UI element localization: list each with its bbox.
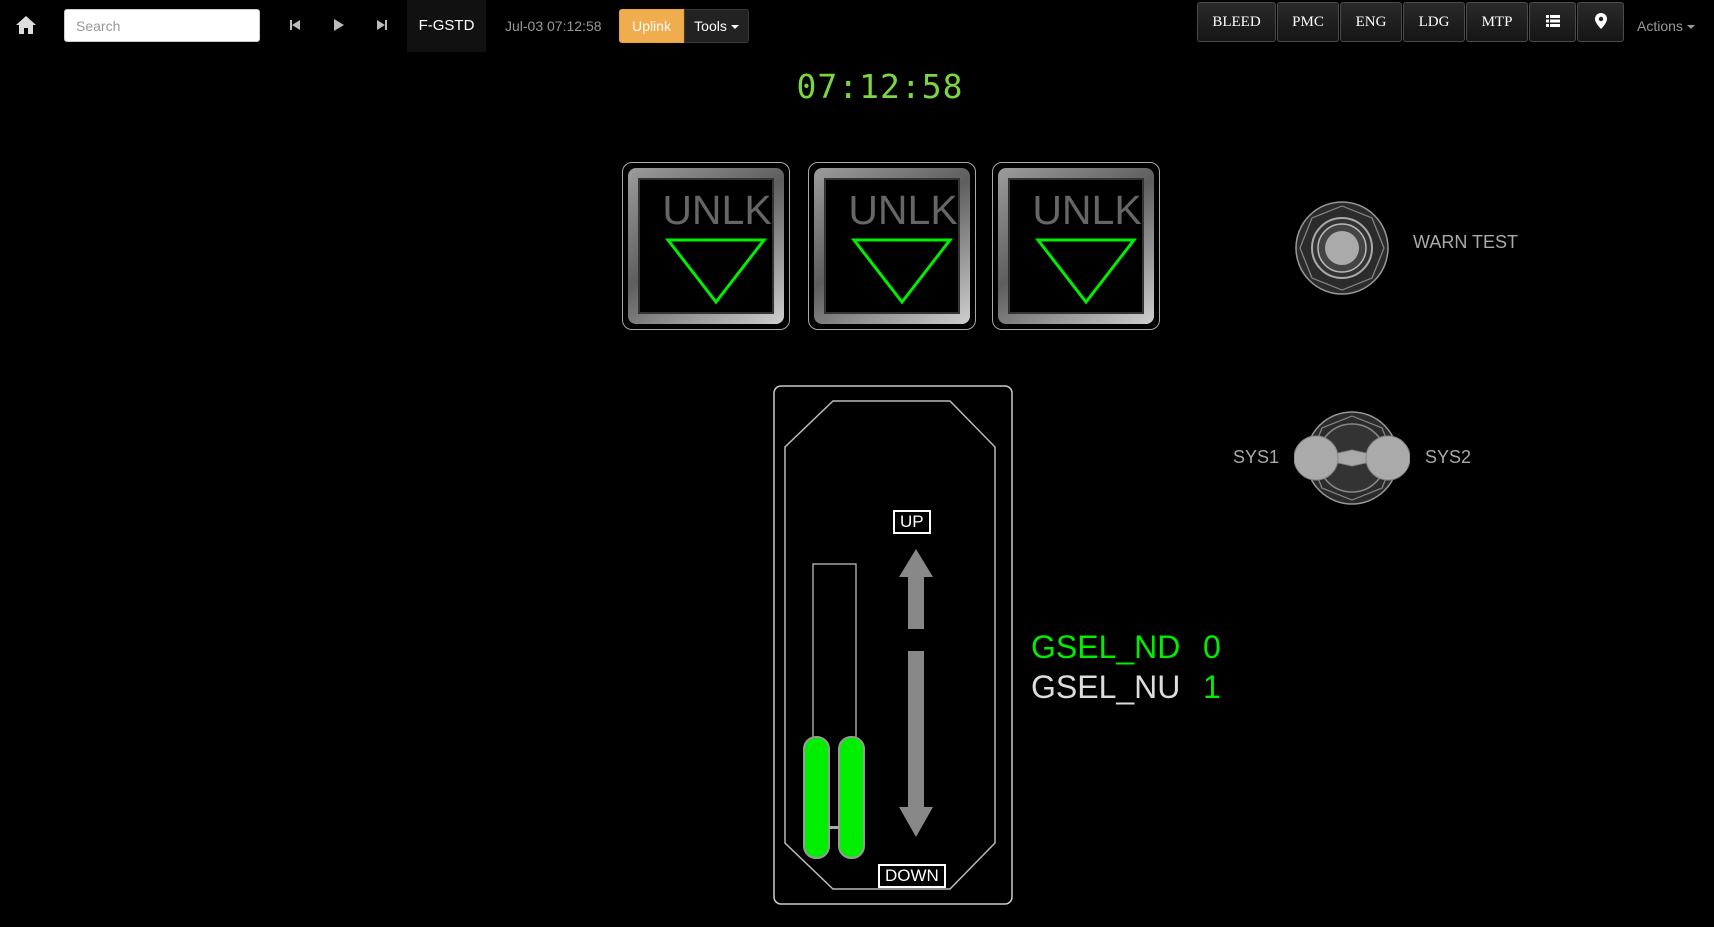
top-navbar: F-GSTD Jul-03 07:12:58 Uplink Tools BLEE… — [0, 0, 1714, 52]
indicator-face: UNLK — [628, 168, 784, 324]
bleed-button[interactable]: BLEED — [1197, 2, 1276, 42]
warn-test-label: WARN TEST — [1413, 232, 1519, 252]
warn-test-button[interactable] — [1294, 200, 1390, 296]
down-triangle-icon — [1034, 238, 1138, 305]
unlock-indicator-right[interactable]: UNLK — [992, 162, 1160, 330]
home-icon[interactable] — [15, 14, 37, 36]
indicator-screen: UNLK — [824, 178, 960, 314]
skip-back-icon[interactable] — [286, 16, 304, 34]
indicator-face: UNLK — [998, 168, 1154, 324]
system-selector-switch[interactable] — [1294, 410, 1410, 506]
indicator-face: UNLK — [814, 168, 970, 324]
tools-label: Tools — [694, 18, 727, 34]
param-row: GSEL_ND 0 — [1031, 627, 1221, 667]
unlock-text: UNLK — [1032, 187, 1142, 233]
gear-selector-params: GSEL_ND 0 GSEL_NU 1 — [1031, 627, 1221, 707]
unlock-text: UNLK — [848, 187, 958, 233]
skip-forward-icon[interactable] — [373, 16, 391, 34]
sys2-label: SYS2 — [1425, 447, 1472, 467]
play-icon[interactable] — [329, 16, 347, 34]
ldg-button[interactable]: LDG — [1403, 2, 1465, 42]
down-triangle-icon — [664, 238, 768, 305]
chevron-down-icon — [1686, 25, 1695, 30]
indicator-screen: UNLK — [638, 178, 774, 314]
gear-lever-panel: UP DOWN — [773, 385, 1013, 905]
tools-dropdown[interactable]: Tools — [684, 9, 749, 43]
actions-dropdown[interactable]: Actions — [1637, 0, 1695, 52]
chevron-down-icon — [730, 25, 739, 30]
table-view-button[interactable] — [1529, 2, 1576, 42]
unlock-text: UNLK — [662, 187, 772, 233]
gear-down-label: DOWN — [878, 864, 946, 888]
map-view-button[interactable] — [1577, 2, 1624, 42]
uplink-button[interactable]: Uplink — [619, 9, 684, 43]
actions-label: Actions — [1637, 18, 1683, 34]
down-triangle-icon — [850, 238, 954, 305]
mtp-button[interactable]: MTP — [1466, 2, 1528, 42]
param-value: 0 — [1203, 629, 1221, 665]
list-icon — [1545, 15, 1560, 28]
gear-panel-frame — [773, 385, 1013, 905]
sys1-label: SYS1 — [1233, 447, 1280, 467]
unlock-indicator-nose[interactable]: UNLK — [808, 162, 976, 330]
unlock-indicator-left[interactable]: UNLK — [622, 162, 790, 330]
flight-datetime: Jul-03 07:12:58 — [505, 18, 602, 34]
eng-button[interactable]: ENG — [1340, 2, 1402, 42]
gear-up-label: UP — [893, 510, 931, 534]
param-value: 1 — [1203, 669, 1221, 705]
map-marker-icon — [1594, 12, 1607, 29]
clock-display: 07:12:58 — [796, 67, 964, 106]
search-input[interactable] — [64, 9, 260, 42]
param-name: GSEL_NU — [1031, 669, 1181, 705]
pmc-button[interactable]: PMC — [1277, 2, 1339, 42]
param-row: GSEL_NU 1 — [1031, 667, 1221, 707]
indicator-screen: UNLK — [1008, 178, 1144, 314]
param-name: GSEL_ND — [1031, 629, 1181, 665]
tail-number[interactable]: F-GSTD — [407, 0, 486, 52]
